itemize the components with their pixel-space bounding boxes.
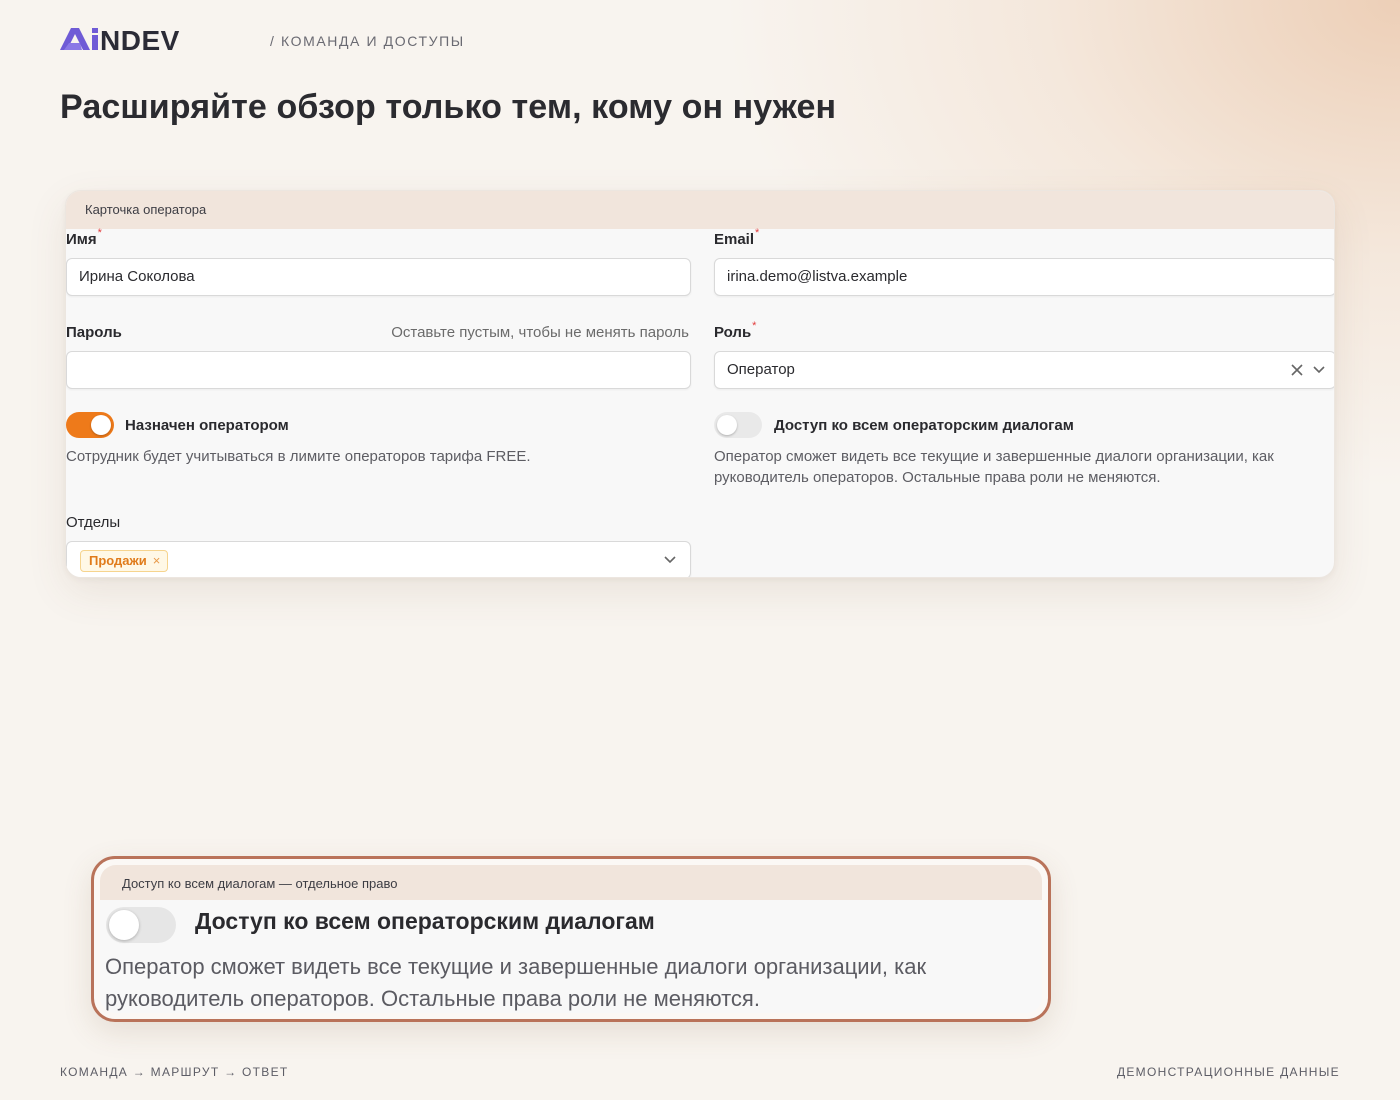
required-mark: *	[752, 320, 757, 332]
breadcrumb[interactable]: / КОМАНДА И ДОСТУПЫ	[270, 33, 465, 49]
zoom-all-dialogs-description: Оператор сможет видеть все текущие и зав…	[105, 951, 926, 1013]
departments-select-controls	[664, 542, 676, 577]
assigned-operator-toggle[interactable]	[66, 412, 114, 438]
department-tag-label: Продажи	[89, 553, 147, 568]
email-label: Email	[714, 231, 755, 248]
footer-flow: КОМАНДА → МАРШРУТ → ОТВЕТ	[60, 1065, 289, 1079]
password-input[interactable]	[66, 351, 691, 389]
name-input[interactable]: Ирина Соколова	[66, 258, 691, 296]
zoom-description-line2: руководитель операторов. Остальные права…	[105, 986, 760, 1011]
departments-field-label: Отделы	[66, 514, 120, 532]
password-label: Пароль	[66, 324, 122, 341]
all-dialogs-description: Оператор сможет видеть все текущие и зав…	[714, 446, 1274, 488]
all-dialogs-label: Доступ ко всем операторским диалогам	[774, 417, 1074, 434]
password-field-label: Пароль Оставьте пустым, чтобы не менять …	[66, 324, 689, 342]
header: NDEV / КОМАНДА И ДОСТУПЫ	[60, 26, 465, 56]
role-select[interactable]: Оператор	[714, 351, 1334, 389]
logo[interactable]: NDEV	[60, 26, 240, 56]
close-icon[interactable]	[1291, 364, 1303, 376]
toggle-knob	[717, 415, 737, 435]
department-tag: Продажи ×	[80, 550, 169, 572]
logo-mark: NDEV	[60, 26, 180, 56]
assigned-operator-description: Сотрудник будет учитываться в лимите опе…	[66, 448, 531, 465]
zoom-all-dialogs-label: Доступ ко всем операторским диалогам	[195, 908, 655, 934]
role-label: Роль	[714, 324, 752, 341]
zoom-callout: Доступ ко всем диалогам — отдельное прав…	[91, 856, 1051, 1022]
toggle-knob	[91, 415, 111, 435]
operator-card: Карточка оператора Имя* Ирина Соколова E…	[65, 190, 1335, 578]
name-label: Имя	[66, 231, 97, 248]
all-dialogs-toggle[interactable]	[714, 412, 762, 438]
zoom-description-line1: Оператор сможет видеть все текущие и зав…	[105, 954, 927, 979]
svg-text:NDEV: NDEV	[100, 26, 180, 56]
page-title: Расширяйте обзор только тем, кому он нуж…	[60, 88, 837, 126]
email-input[interactable]: irina.demo@listva.example	[714, 258, 1334, 296]
password-hint: Оставьте пустым, чтобы не менять пароль	[391, 324, 689, 341]
tag-remove-icon[interactable]: ×	[153, 553, 161, 568]
toggle-knob	[109, 910, 139, 940]
role-field-label: Роль*	[714, 320, 756, 342]
footer-demo-note: ДЕМОНСТРАЦИОННЫЕ ДАННЫЕ	[1116, 1065, 1340, 1079]
zoom-panel: Доступ ко всем диалогам — отдельное прав…	[100, 865, 1042, 1013]
zoom-title: Доступ ко всем диалогам — отдельное прав…	[100, 865, 1042, 900]
chevron-down-icon[interactable]	[664, 556, 676, 564]
assigned-operator-label: Назначен оператором	[125, 417, 289, 434]
all-dialogs-description-line2: руководитель операторов. Остальные права…	[714, 469, 1161, 486]
role-value: Оператор	[727, 361, 795, 378]
zoom-all-dialogs-toggle[interactable]	[106, 907, 176, 943]
all-dialogs-description-line1: Оператор сможет видеть все текущие и зав…	[714, 448, 1274, 465]
card-title: Карточка оператора	[66, 191, 1334, 229]
role-select-controls	[1291, 352, 1325, 388]
departments-label: Отделы	[66, 514, 121, 531]
required-mark: *	[97, 227, 102, 239]
required-mark: *	[755, 227, 760, 239]
chevron-down-icon[interactable]	[1313, 366, 1325, 374]
name-field-label: Имя*	[66, 227, 102, 249]
departments-select[interactable]: Продажи ×	[66, 541, 691, 577]
email-field-label: Email*	[714, 227, 759, 249]
